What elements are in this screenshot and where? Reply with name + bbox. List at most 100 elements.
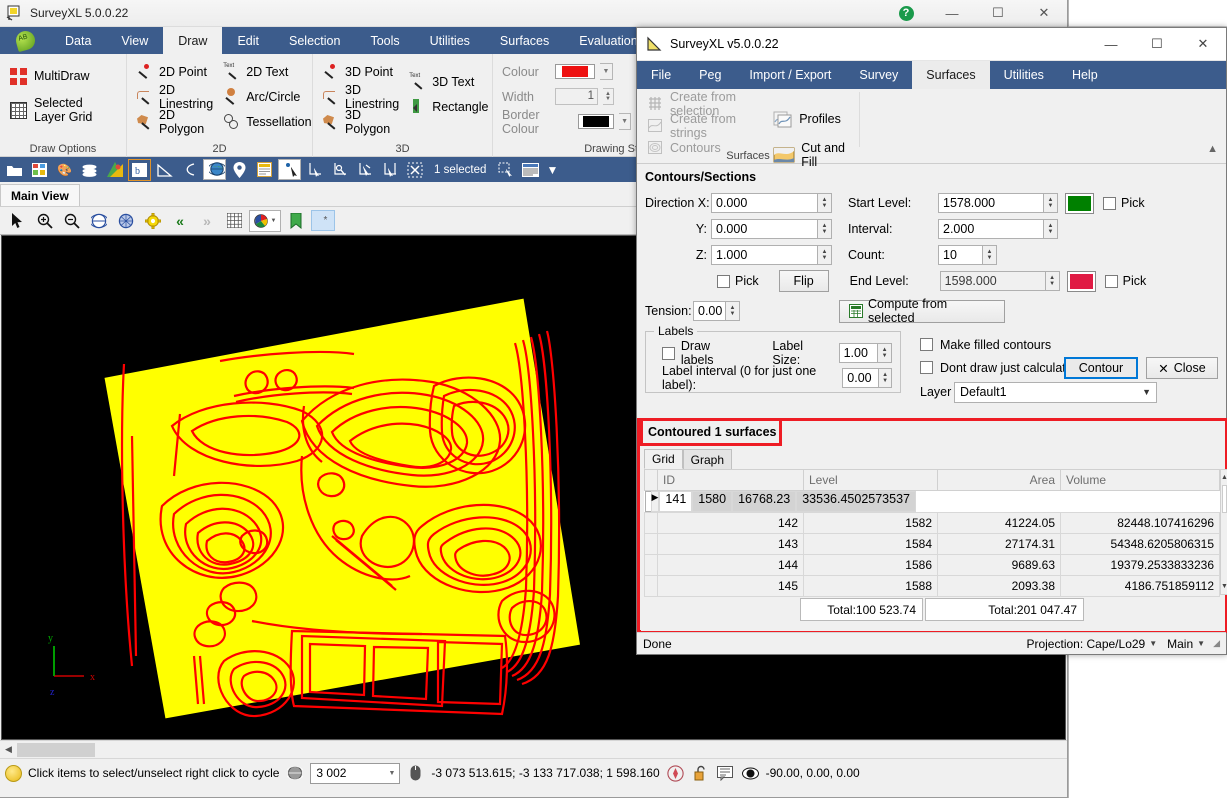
legend-icon[interactable]: [519, 159, 542, 181]
column-header-id[interactable]: ID: [658, 470, 804, 491]
layer-select[interactable]: Default1 ▼: [954, 382, 1157, 403]
zoom-in-icon[interactable]: [33, 210, 57, 232]
colour-swatch[interactable]: [555, 64, 595, 79]
chevron-down-icon[interactable]: ▼: [1149, 639, 1157, 648]
dialog-tab-help[interactable]: Help: [1058, 61, 1112, 89]
more-chevron-icon[interactable]: ▼: [544, 159, 560, 181]
table-row[interactable]: 145 1588 2093.38 4186.751859112: [645, 576, 1220, 597]
globe-grid-icon[interactable]: [114, 210, 138, 232]
tab-graph[interactable]: Graph: [683, 449, 732, 469]
input-label-interval[interactable]: 0.00: [842, 368, 879, 388]
compute-from-selected-button[interactable]: Compute from selected: [839, 300, 1005, 323]
button-2d-polygon[interactable]: 2D Polygon: [133, 109, 216, 134]
button-2d-point[interactable]: 2D Point: [133, 59, 216, 84]
input-end-level[interactable]: 1598.000: [940, 271, 1046, 291]
table-row[interactable]: 142 1582 41224.05 82448.107416296: [645, 513, 1220, 534]
scroll-thumb[interactable]: [1222, 485, 1227, 513]
scroll-down-icon[interactable]: ▼: [1221, 579, 1227, 594]
crop-rect-icon[interactable]: [378, 159, 401, 181]
forward-icon[interactable]: »: [195, 210, 219, 232]
field-colour[interactable]: Colour ▼: [499, 59, 634, 84]
input-direction-y[interactable]: 0.000: [711, 219, 818, 239]
button-selected-layer-grid[interactable]: Selected Layer Grid: [6, 93, 120, 127]
compass-icon[interactable]: [666, 764, 685, 783]
layers-icon[interactable]: [78, 159, 101, 181]
ribbon-tab-data[interactable]: Data: [50, 27, 106, 54]
minimize-button[interactable]: —: [929, 0, 975, 26]
field-border-colour[interactable]: Border Colour ▼: [499, 109, 634, 134]
resize-grip-icon[interactable]: ◢: [1213, 638, 1220, 649]
dialog-tab-survey[interactable]: Survey: [845, 61, 912, 89]
spinner-end-level[interactable]: ▲▼: [1046, 271, 1060, 291]
curve-icon[interactable]: [178, 159, 201, 181]
dialog-tab-import-export[interactable]: Import / Export: [735, 61, 845, 89]
spinner-direction-x[interactable]: ▲▼: [818, 193, 832, 213]
bookmark-icon[interactable]: [284, 210, 308, 232]
scroll-up-icon[interactable]: ▲: [1221, 470, 1227, 485]
dialog-minimize-button[interactable]: —: [1088, 28, 1134, 60]
input-interval[interactable]: 2.000: [938, 219, 1044, 239]
chevron-down-icon[interactable]: ▼: [619, 113, 631, 130]
b-icon[interactable]: b: [128, 159, 151, 181]
spinner-count[interactable]: ▲▼: [983, 245, 997, 265]
dialog-tab-utilities[interactable]: Utilities: [990, 61, 1058, 89]
dialog-tab-surfaces[interactable]: Surfaces: [912, 61, 989, 89]
crop-zoom-icon[interactable]: [328, 159, 351, 181]
table-icon[interactable]: [28, 159, 51, 181]
ribbon-tab-tools[interactable]: Tools: [355, 27, 414, 54]
width-value[interactable]: 1: [555, 88, 598, 105]
eye-icon[interactable]: [741, 764, 760, 783]
maximize-button[interactable]: ☐: [975, 0, 1021, 26]
make-filled-contours-checkbox[interactable]: [920, 338, 933, 351]
gear-icon[interactable]: [141, 210, 165, 232]
folder-icon[interactable]: [3, 159, 26, 181]
crop-select-icon[interactable]: [303, 159, 326, 181]
end-level-pick-checkbox[interactable]: [1105, 275, 1118, 288]
button-rectangle[interactable]: Rectangle: [406, 94, 491, 119]
start-level-color-swatch[interactable]: [1065, 193, 1094, 214]
spinner-label-size[interactable]: ▲▼: [878, 343, 892, 363]
input-direction-z[interactable]: 1.000: [711, 245, 818, 265]
palette-dropdown-icon[interactable]: ▼: [249, 210, 281, 232]
button-3d-polygon[interactable]: 3D Polygon: [319, 109, 402, 134]
spinner-label-interval[interactable]: ▲▼: [879, 368, 892, 388]
border-colour-swatch[interactable]: [578, 114, 614, 129]
tab-main-view[interactable]: Main View: [0, 184, 80, 206]
flip-button[interactable]: Flip: [779, 270, 829, 292]
chevron-down-icon[interactable]: ▼: [388, 770, 395, 777]
palette-icon[interactable]: 🎨: [53, 159, 76, 181]
button-arc-circle[interactable]: Arc/Circle: [220, 84, 314, 109]
button-2d-linestring[interactable]: 2D Linestring: [133, 84, 216, 109]
table-row[interactable]: 144 1586 9689.63 19379.2533833236: [645, 555, 1220, 576]
ribbon-tab-view[interactable]: View: [106, 27, 163, 54]
ribbon-tab-utilities[interactable]: Utilities: [415, 27, 485, 54]
input-start-level[interactable]: 1578.000: [938, 193, 1044, 213]
zoom-out-icon[interactable]: [60, 210, 84, 232]
ribbon-tab-edit[interactable]: Edit: [222, 27, 274, 54]
start-level-pick-checkbox[interactable]: [1103, 197, 1116, 210]
globe-icon[interactable]: [87, 210, 111, 232]
crop-arrow-icon[interactable]: [353, 159, 376, 181]
button-create-from-strings[interactable]: Create from strings: [645, 115, 767, 137]
dialog-maximize-button[interactable]: ☐: [1134, 28, 1180, 60]
dialog-tab-peg[interactable]: Peg: [685, 61, 735, 89]
dialog-close-button[interactable]: ✕: [1180, 28, 1226, 60]
scale-combo[interactable]: 3 002 ▼: [310, 763, 400, 784]
chevron-down-icon[interactable]: ▼: [600, 63, 613, 80]
button-tessellation[interactable]: Tessellation: [220, 109, 314, 134]
note-icon[interactable]: [253, 159, 276, 181]
spinner-tension[interactable]: ▲▼: [726, 301, 740, 321]
projection-label[interactable]: Projection: Cape/Lo29: [1026, 637, 1145, 651]
field-width[interactable]: Width 1 ▲▼: [499, 84, 634, 109]
contour-button[interactable]: Contour: [1064, 357, 1138, 379]
ribbon-tab-draw[interactable]: Draw: [163, 27, 222, 54]
grid-icon[interactable]: [222, 210, 246, 232]
ribbon-tab-surfaces[interactable]: Surfaces: [485, 27, 564, 54]
chevron-up-icon[interactable]: ▲: [1207, 143, 1218, 155]
pin-icon[interactable]: [228, 159, 251, 181]
end-level-color-swatch[interactable]: [1067, 271, 1096, 292]
pointer-icon[interactable]: [6, 210, 30, 232]
rewind-icon[interactable]: «: [168, 210, 192, 232]
button-3d-point[interactable]: 3D Point: [319, 59, 402, 84]
horizontal-scrollbar[interactable]: ◀: [0, 740, 1067, 758]
